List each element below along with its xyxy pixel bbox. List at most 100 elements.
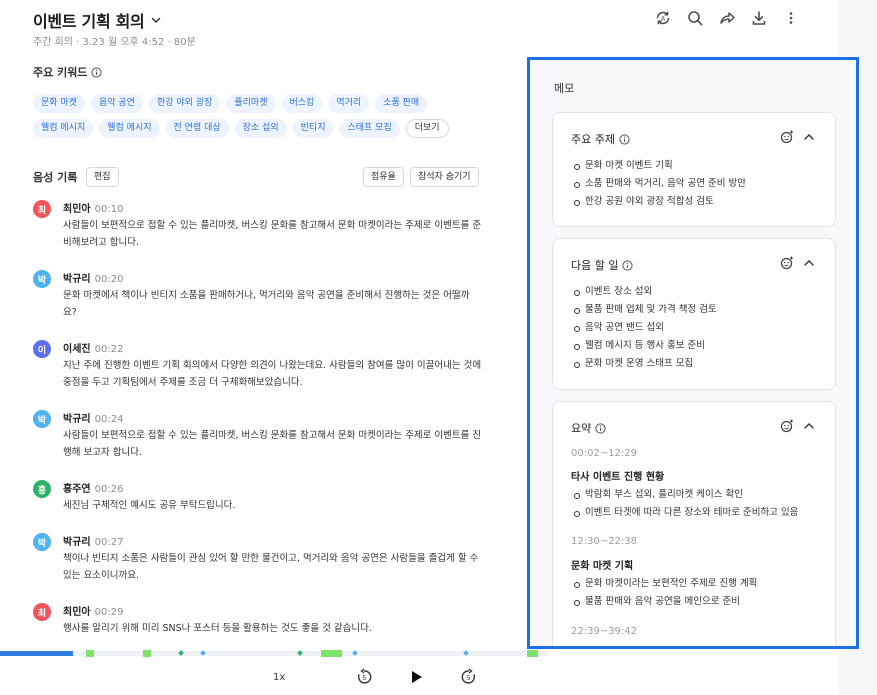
list-item: 한강 공원 야외 광장 적합성 검토 (573, 193, 746, 211)
meeting-meta: 주간 회의 · 3.23 월 오후 4:52 · 80분 (33, 37, 196, 48)
list-item: 문화 마켓이라는 보편적인 주제로 진행 계획 (573, 575, 757, 593)
keyword-chip[interactable]: 웰컴 메시지 (33, 119, 94, 138)
title-row[interactable]: 이벤트 기획 회의 (33, 8, 162, 32)
keyword-chip[interactable]: 스태프 모집 (339, 119, 400, 138)
keyword-chip[interactable]: 웰컴 메시지 (99, 119, 160, 138)
speaker-name: 박규리 (63, 274, 91, 285)
timeline-segment[interactable] (143, 650, 151, 657)
summary-heading: 타사 이벤트 진행 현황 (571, 472, 665, 483)
card-header: 요약 (571, 420, 606, 436)
keyword-chip[interactable]: 전 연령 대상 (165, 119, 229, 138)
speaker-name: 최민아 (63, 204, 91, 215)
list-item: 음악 공연 밴드 섭외 (573, 319, 717, 337)
summary-list: 문화 마켓이라는 보편적인 주제로 진행 계획 물품 판매와 음악 공연을 메인… (573, 575, 757, 611)
list-item: 웰컴 메시지 등 행사 홍보 준비 (573, 337, 717, 355)
keyword-chip[interactable]: 먹거리 (328, 94, 370, 113)
chevron-up-icon[interactable] (801, 129, 817, 145)
playback-speed-button[interactable]: 1x (273, 672, 285, 683)
forward-seconds: 5 (467, 674, 471, 682)
info-icon[interactable] (595, 422, 606, 434)
speaker-line: 박규리 00:27 (63, 533, 123, 548)
search-icon[interactable] (686, 9, 704, 27)
more-icon[interactable] (782, 9, 800, 27)
memo-title: 메모 (554, 82, 575, 95)
card-title: 다음 할 일 (571, 259, 619, 272)
avatar: 이 (33, 340, 51, 358)
player-controls: 1x 5 5 (0, 665, 548, 695)
share-icon[interactable] (718, 9, 736, 27)
utterance-text: 책이나 빈티지 소품은 사람들이 관심 있어 할 만한 물건이고, 먹거리와 음… (63, 553, 479, 581)
speaker-line: 최민아 00:10 (63, 200, 123, 215)
summary-time-range[interactable]: 22:39~39:42 (571, 626, 637, 637)
edit-button[interactable]: 편집 (86, 167, 119, 187)
timestamp[interactable]: 00:26 (95, 484, 124, 495)
top-toolbar: A (654, 9, 800, 27)
timestamp[interactable]: 00:10 (95, 204, 124, 215)
info-icon[interactable] (622, 259, 634, 271)
playback-timeline[interactable] (0, 649, 548, 657)
timestamp[interactable]: 00:22 (95, 344, 124, 355)
keyword-chip[interactable]: 소품 판매 (375, 94, 428, 113)
card-header: 다음 할 일 (571, 257, 634, 273)
avatar: 홍 (33, 480, 51, 498)
memo-card-summary: 요약 00:02~12:29 타사 이벤트 진행 현황 박람회 부스 섭외, 플… (552, 401, 836, 646)
timestamp[interactable]: 00:20 (95, 274, 124, 285)
utterance-text: 지난 주에 진행한 이벤트 기획 회의에서 다양한 의견이 나왔는데요. 사람들… (63, 360, 482, 388)
keyword-chip[interactable]: 플리마켓 (226, 94, 276, 113)
keywords-heading: 주요 키워드 (33, 64, 103, 80)
timeline-segment[interactable] (86, 650, 94, 657)
ai-refresh-icon[interactable] (779, 129, 795, 145)
timeline-segment[interactable] (527, 650, 538, 657)
utterance-text: 행사를 알리기 위해 미리 SNS나 포스터 등을 활용하는 것도 좋을 것 같… (63, 623, 372, 634)
download-icon[interactable] (750, 9, 768, 27)
info-icon[interactable] (91, 66, 103, 78)
chevron-up-icon[interactable] (801, 255, 817, 271)
play-icon[interactable] (407, 668, 425, 686)
ai-refresh-icon[interactable] (779, 418, 795, 434)
keyword-chip[interactable]: 음악 공연 (90, 94, 143, 113)
keyword-chip[interactable]: 버스킹 (281, 94, 323, 113)
list-item: 물품 판매 업체 및 가격 책정 검토 (573, 301, 717, 319)
avatar: 최 (33, 603, 51, 621)
rewind-5-icon[interactable]: 5 (355, 668, 373, 686)
keyword-chip[interactable]: 장소 섭외 (234, 119, 287, 138)
hide-participants-button[interactable]: 참석자 숨기기 (410, 167, 479, 187)
info-icon[interactable] (619, 133, 630, 145)
timeline-progress (0, 651, 73, 656)
timestamp[interactable]: 00:27 (95, 537, 124, 548)
chevron-up-icon[interactable] (801, 418, 817, 434)
sync-icon[interactable]: A (654, 9, 672, 27)
list-item: 박람회 부스 섭외, 플리마켓 케이스 확인 (573, 486, 798, 504)
keyword-chip[interactable]: 문화 마켓 (33, 94, 85, 113)
avatar: 박 (33, 410, 51, 428)
timestamp[interactable]: 00:24 (95, 414, 124, 425)
keyword-chip[interactable]: 한강 야외 광장 (148, 94, 221, 113)
card-title: 요약 (571, 422, 592, 435)
ai-refresh-icon[interactable] (779, 255, 795, 271)
list-item: 문화 마켓 운영 스태프 모집 (573, 355, 717, 373)
summary-heading: 문화 마켓 기획 (571, 561, 634, 572)
timeline-segment[interactable] (321, 650, 342, 657)
speaker-name: 홍주연 (63, 484, 91, 495)
avatar: 최 (33, 200, 51, 218)
card-title: 주요 주제 (571, 133, 615, 146)
chevron-down-icon[interactable] (150, 14, 162, 26)
share-ratio-button[interactable]: 점유율 (363, 167, 404, 187)
speaker-line: 최민아 00:29 (63, 603, 123, 618)
speaker-name: 박규리 (63, 414, 91, 425)
forward-5-icon[interactable]: 5 (460, 668, 478, 686)
list-item: 물품 판매와 음악 공연을 메인으로 준비 (573, 593, 757, 611)
todo-list: 이벤트 장소 섭외 물품 판매 업체 및 가격 책정 검토 음악 공연 밴드 섭… (573, 283, 717, 373)
more-keywords-button[interactable]: 더보기 (405, 119, 449, 138)
summary-time-range[interactable]: 12:30~22:38 (571, 536, 637, 547)
speaker-line: 홍주연 00:26 (63, 480, 123, 495)
timestamp[interactable]: 00:29 (95, 607, 124, 618)
speaker-line: 이세진 00:22 (63, 340, 123, 355)
summary-time-range[interactable]: 00:02~12:29 (571, 448, 637, 459)
topic-list: 문화 마켓 이벤트 기획 소품 판매와 먹거리, 음악 공연 준비 방안 한강 … (573, 157, 746, 211)
keyword-chip[interactable]: 빈티지 (292, 119, 334, 138)
avatar: 박 (33, 533, 51, 551)
page-title: 이벤트 기획 회의 (33, 12, 145, 31)
utterance-text: 세진님 구체적인 예시도 공유 부탁드립니다. (63, 500, 236, 511)
svg-text:A: A (661, 16, 666, 23)
